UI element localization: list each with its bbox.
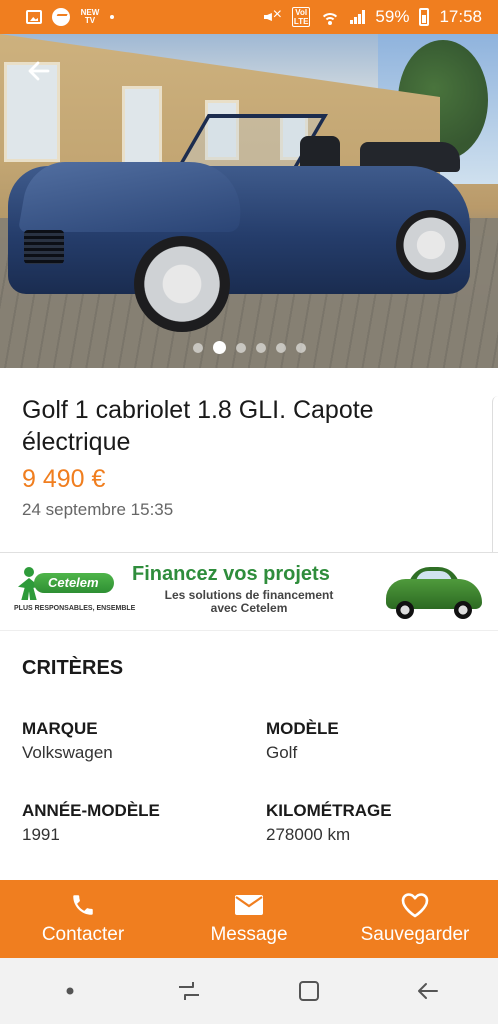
criteria-value: Golf — [266, 743, 298, 762]
carousel-dot — [192, 342, 203, 353]
recents-icon[interactable] — [169, 971, 209, 1011]
scrollbar[interactable] — [492, 396, 498, 576]
battery-icon — [419, 8, 430, 26]
news-tv-icon: NEW TV — [80, 8, 100, 25]
car-rear-wheel — [396, 210, 466, 280]
arrow-left-icon[interactable] — [26, 58, 54, 86]
carousel-indicator — [0, 341, 498, 354]
more-notifications-icon — [110, 15, 114, 19]
car-front-wheel — [134, 236, 230, 332]
dot-icon[interactable] — [50, 971, 90, 1011]
message-label: Message — [210, 924, 288, 945]
carousel-dot — [295, 342, 306, 353]
listing-price: 9 490 € — [22, 465, 106, 493]
criteria-year: ANNÉE-MODÈLE 1991 — [22, 801, 242, 845]
criteria-label: ANNÉE-MODÈLE — [22, 801, 160, 820]
carousel-dot-active — [212, 341, 226, 354]
carousel-dot — [235, 342, 246, 353]
system-navigation-bar — [0, 958, 498, 1024]
back-nav-icon[interactable] — [408, 971, 448, 1011]
listing-title: Golf 1 cabriolet 1.8 GLI. Capote électri… — [22, 396, 374, 456]
battery-percent: 59% — [375, 7, 410, 26]
green-car-image — [386, 565, 484, 621]
criteria-section: CRITÈRES MARQUE Volkswagen MODÈLE Golf A… — [0, 630, 498, 880]
carousel-dot — [275, 342, 286, 353]
contact-button[interactable]: Contacter — [0, 880, 166, 958]
criteria-mileage: KILOMÉTRAGE 278000 km — [266, 801, 486, 845]
criteria-title: CRITÈRES — [22, 657, 124, 679]
criteria-value: 278000 km — [266, 825, 351, 844]
status-bar-system: VoILTE 59% 17:58 — [264, 6, 482, 27]
cetelem-brand: Cetelem — [34, 573, 114, 593]
action-bar: Contacter Message Sauvegarder — [0, 880, 498, 958]
save-label: Sauvegarder — [360, 924, 470, 945]
save-button[interactable]: Sauvegarder — [332, 880, 498, 958]
criteria-label: KILOMÉTRAGE — [266, 801, 392, 820]
messenger-icon — [52, 8, 70, 26]
gallery-icon — [26, 10, 42, 24]
cetelem-tagline: PLUS RESPONSABLES, ENSEMBLE — [14, 605, 136, 612]
status-bar-notifications: NEW TV — [26, 8, 114, 26]
criteria-model: MODÈLE Golf — [266, 719, 486, 763]
wifi-icon — [320, 9, 341, 25]
car-grille — [24, 230, 64, 264]
message-button[interactable]: Message — [166, 880, 332, 958]
criteria-label: MODÈLE — [266, 719, 339, 738]
mute-icon — [264, 6, 282, 25]
criteria-label: MARQUE — [22, 719, 98, 738]
listing-date: 24 septembre 15:35 — [22, 500, 174, 519]
heart-icon — [400, 892, 430, 918]
clock: 17:58 — [439, 7, 482, 26]
cetelem-logo: Cetelem PLUS RESPONSABLES, ENSEMBLE — [14, 563, 135, 621]
envelope-icon — [234, 892, 264, 918]
car-hood — [17, 162, 251, 232]
criteria-brand: MARQUE Volkswagen — [22, 719, 242, 763]
carousel-dot — [255, 342, 266, 353]
phone-icon — [70, 892, 96, 918]
signal-icon — [350, 10, 366, 24]
criteria-value: Volkswagen — [22, 743, 113, 762]
criteria-value: 1991 — [22, 825, 60, 844]
volte-icon: VoI LTE — [291, 7, 311, 27]
status-bar: NEWTV VoILTE 59% 17:58 — [0, 0, 498, 34]
contact-label: Contacter — [41, 924, 125, 945]
home-icon[interactable] — [289, 971, 329, 1011]
financing-banner-ad[interactable]: Cetelem PLUS RESPONSABLES, ENSEMBLE Fina… — [0, 552, 498, 630]
banner-subline: Les solutions de financement avec Cetele… — [164, 588, 334, 615]
listing-photo-carousel[interactable] — [0, 34, 498, 368]
listing-header: Golf 1 cabriolet 1.8 GLI. Capote électri… — [0, 368, 498, 552]
banner-headline: Financez vos projets — [132, 563, 330, 585]
